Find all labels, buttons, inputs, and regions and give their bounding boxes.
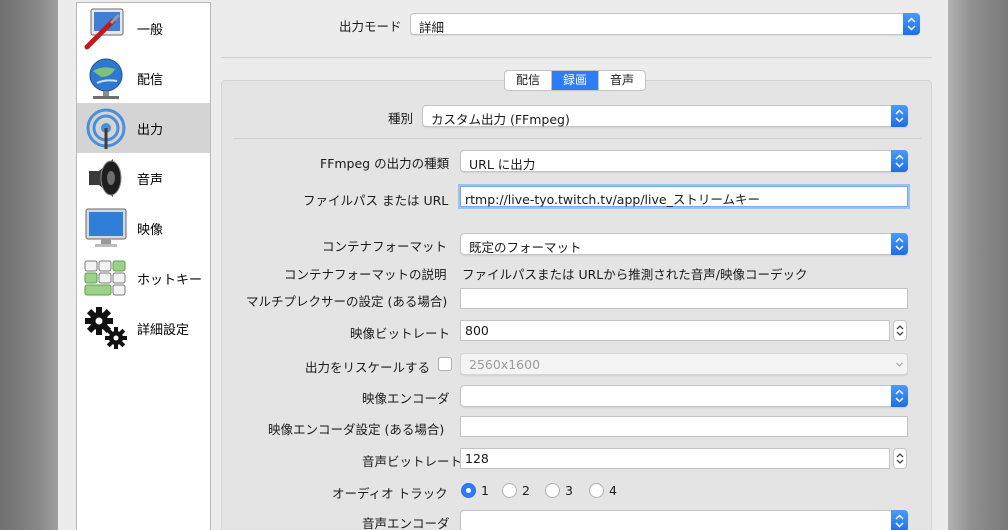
sidebar-item-label: 詳細設定 [137,323,190,338]
recording-type-value: カスタム出力 (FFmpeg) [431,112,570,127]
rescale-resolution-value: 2560x1600 [469,357,541,372]
container-format-select[interactable]: 既定のフォーマット [460,233,908,255]
ffmpeg-output-type-label: FFmpeg の出力の種類 [320,156,450,171]
ffmpeg-output-type-select[interactable]: URL に出力 [460,150,908,172]
container-format-label: コンテナフォーマット [322,239,448,254]
stream-icon [89,58,123,99]
container-desc-label: コンテナフォーマットの説明 [284,267,447,282]
audio-track-option-label: 4 [609,483,617,498]
video-bitrate-stepper[interactable] [893,320,907,341]
sidebar-item-label: 一般 [137,23,164,38]
audio-icon [89,159,122,197]
video-encoder-label: 映像エンコーダ [362,391,450,406]
sidebar-item-hotkeys[interactable]: ホットキー [77,253,210,303]
tab-audio[interactable]: 音声 [599,71,645,90]
sidebar-item-general[interactable]: 一般 [77,3,210,53]
desktop-left-edge [0,0,58,530]
advanced-icon [85,307,127,349]
settings-window: 一般 配信 出力 音声 映像 ホットキー 詳細設定 出力モード 詳細 配信 録画… [58,0,948,530]
audio-track-option-label: 3 [565,483,573,498]
audio-track-label: オーディオ トラック [332,486,448,501]
video-encoder-settings-label: 映像エンコーダ設定 (ある場合) [268,422,445,437]
general-icon [84,8,124,50]
audio-track-option-label: 2 [522,483,530,498]
sidebar-item-label: 音声 [137,173,164,188]
video-icon [85,208,127,247]
stepper-arrows-icon [896,453,904,464]
video-encoder-select[interactable] [460,385,908,407]
audio-track-radio-3[interactable] [545,483,560,498]
sidebar-item-stream[interactable]: 配信 [77,53,210,103]
audio-bitrate-label: 音声ビットレート [362,454,463,469]
sidebar-item-video[interactable]: 映像 [77,203,210,253]
audio-track-option-label: 1 [481,483,489,498]
video-encoder-settings-input[interactable] [460,416,908,437]
chevron-updown-icon [903,13,920,35]
hotkeys-icon [84,260,126,296]
chevron-updown-icon [891,150,908,172]
sidebar-item-output[interactable]: 出力 [77,103,210,153]
audio-encoder-label: 音声エンコーダ [362,516,450,530]
divider [221,57,932,58]
tab-recording[interactable]: 録画 [552,71,600,90]
stepper-arrows-icon [896,325,904,336]
file-path-input[interactable]: rtmp://live-tyo.twitch.tv/app/live_ストリーム… [460,186,908,207]
desktop-right-edge [948,0,1008,530]
audio-bitrate-value: 128 [465,451,489,466]
chevron-updown-icon [891,233,908,255]
file-path-label: ファイルパス または URL [303,193,449,208]
output-icon [86,108,126,149]
video-bitrate-input[interactable]: 800 [460,320,890,341]
audio-encoder-select[interactable] [460,510,908,530]
audio-track-radio-4[interactable] [589,483,604,498]
muxer-settings-input[interactable] [460,288,908,309]
audio-bitrate-input[interactable]: 128 [460,448,890,469]
file-path-value: rtmp://live-tyo.twitch.tv/app/live_ストリーム… [465,192,760,207]
audio-bitrate-stepper[interactable] [893,448,907,469]
recording-type-label: 種別 [388,111,414,126]
container-format-value: 既定のフォーマット [469,240,582,255]
chevron-updown-icon [891,510,908,530]
recording-type-select[interactable]: カスタム出力 (FFmpeg) [422,105,908,127]
sidebar-item-label: 配信 [137,73,164,88]
sidebar-item-label: ホットキー [137,273,203,288]
tab-stream[interactable]: 配信 [505,71,553,90]
chevron-updown-icon [891,105,908,127]
output-mode-value: 詳細 [419,20,445,35]
video-bitrate-value: 800 [465,323,489,338]
ffmpeg-output-type-value: URL に出力 [469,157,536,172]
container-desc-value: ファイルパスまたは URLから推測された音声/映像コーデック [462,267,808,282]
sidebar-item-audio[interactable]: 音声 [77,153,210,203]
output-mode-select[interactable]: 詳細 [410,13,920,35]
audio-track-radio-2[interactable] [502,483,517,498]
rescale-checkbox[interactable] [438,357,452,371]
divider [233,138,921,139]
chevron-updown-icon [891,385,908,407]
rescale-resolution-select[interactable]: 2560x1600 [460,353,908,375]
sidebar-item-label: 映像 [137,223,164,238]
chevron-down-icon [891,353,908,375]
output-mode-label: 出力モード [339,19,402,34]
video-bitrate-label: 映像ビットレート [350,326,451,341]
muxer-settings-label: マルチプレクサーの設定 (ある場合) [246,294,448,309]
audio-track-radio-1[interactable] [461,483,476,498]
settings-sidebar: 一般 配信 出力 音声 映像 ホットキー 詳細設定 [76,2,211,530]
sidebar-item-advanced[interactable]: 詳細設定 [77,303,210,353]
output-tabs: 配信 録画 音声 [504,70,647,91]
rescale-label: 出力をリスケールする [305,360,431,375]
sidebar-item-label: 出力 [137,123,164,138]
